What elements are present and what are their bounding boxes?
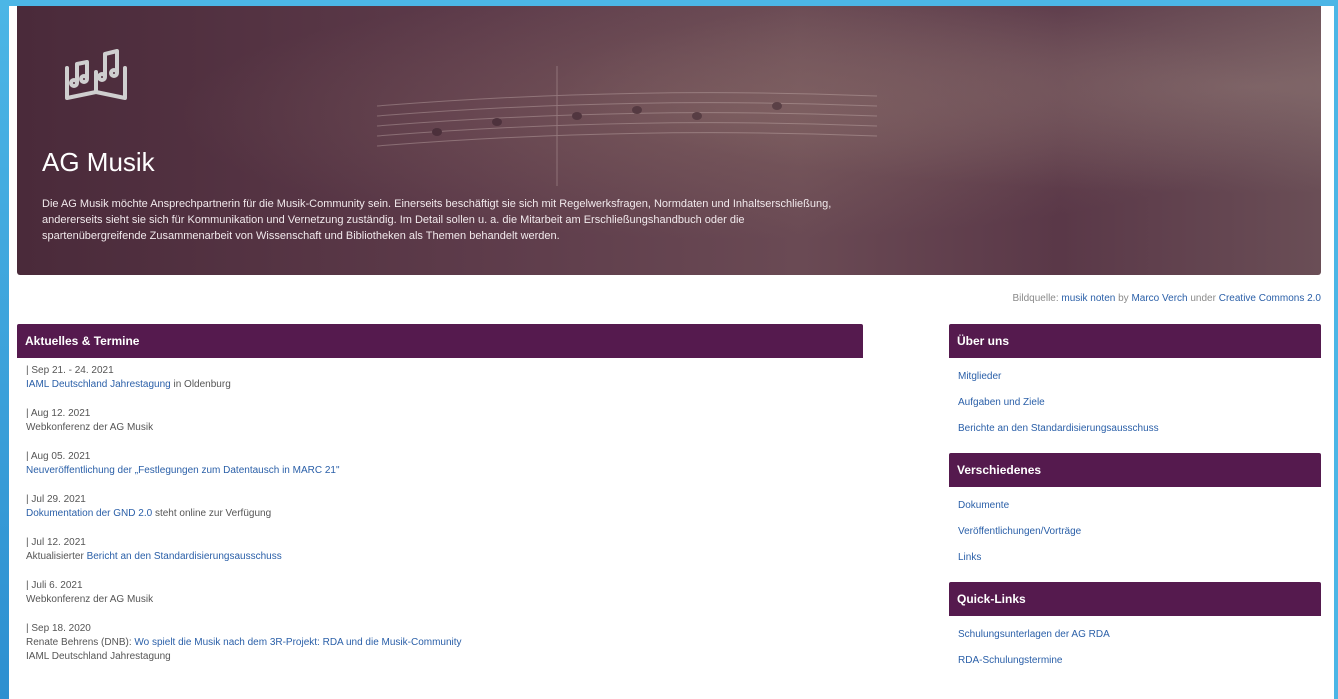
news-item: | Juli 6. 2021 Webkonferenz der AG Musik [26,579,863,622]
news-date: | Sep 21. - 24. 2021 [26,365,114,376]
credit-author-link[interactable]: Marco Verch [1131,293,1187,304]
news-text: Dokumentation der GND 2.0 steht online z… [26,507,863,521]
news-date: | Juli 6. 2021 [26,580,83,591]
credit-license-link[interactable]: Creative Commons 2.0 [1219,293,1321,304]
credit-work-link[interactable]: musik noten [1061,293,1115,304]
link-links[interactable]: Links [958,545,1321,571]
misc-panel-title: Verschiedenes [949,453,1321,487]
quick-links-panel: Quick-Links Schulungsunterlagen der AG R… [949,582,1321,674]
quick-links: Schulungsunterlagen der AG RDA RDA-Schul… [949,616,1321,674]
news-text: IAML Deutschland Jahrestagung in Oldenbu… [26,378,863,392]
image-credit: Bildquelle: musik noten by Marco Verch u… [1012,293,1321,304]
credit-under: under [1187,293,1219,304]
news-item: | Sep 18. 2020 Renate Behrens (DNB): Wo s… [26,622,863,665]
news-panel: Aktuelles & Termine | Sep 21. - 24. 2021… [17,324,863,665]
link-berichte[interactable]: Berichte an den Standardisierungsausschu… [958,416,1321,442]
news-text-pre: Renate Behrens (DNB): [26,637,135,648]
music-book-icon [65,49,127,100]
about-panel: Über uns Mitglieder Aufgaben und Ziele B… [949,324,1321,442]
news-date: | Jul 29. 2021 [26,494,86,505]
news-text: Aktualisierter Bericht an den Standardis… [26,550,863,564]
news-item: | Aug 12. 2021 Webkonferenz der AG Musik [26,407,863,450]
news-panel-title: Aktuelles & Termine [17,324,863,358]
about-links: Mitglieder Aufgaben und Ziele Berichte a… [949,358,1321,442]
news-date: | Sep 18. 2020 [26,623,91,634]
link-aufgaben-und-ziele[interactable]: Aufgaben und Ziele [958,390,1321,416]
link-rda-schulungstermine[interactable]: RDA-Schulungstermine [958,648,1321,674]
news-date: | Aug 05. 2021 [26,451,91,462]
news-text-post: steht online zur Verfügung [152,508,272,519]
news-item: | Jul 29. 2021 Dokumentation der GND 2.0 … [26,493,863,536]
window-frame-right [1334,0,1338,699]
news-link[interactable]: Neuveröffentlichung der „Festlegungen zu… [26,465,340,476]
credit-by: by [1115,293,1132,304]
news-date: | Jul 12. 2021 [26,537,86,548]
news-text: Neuveröffentlichung der „Festlegungen zu… [26,464,863,478]
credit-prefix: Bildquelle: [1012,293,1062,304]
news-item: | Aug 05. 2021 Neuveröffentlichung der „F… [26,450,863,493]
news-text-pre: Webkonferenz der AG Musik [26,594,154,605]
misc-panel: Verschiedenes Dokumente Veröffentlichung… [949,453,1321,571]
news-date: | Aug 12. 2021 [26,408,91,419]
link-mitglieder[interactable]: Mitglieder [958,364,1321,390]
about-panel-title: Über uns [949,324,1321,358]
sheet-music-background [377,66,877,186]
news-text: Renate Behrens (DNB): Wo spielt die Musi… [26,636,863,650]
news-link[interactable]: Dokumentation der GND 2.0 [26,508,152,519]
news-link[interactable]: IAML Deutschland Jahrestagung [26,379,171,390]
misc-links: Dokumente Veröffentlichungen/Vorträge Li… [949,487,1321,571]
link-veroeffentlichungen[interactable]: Veröffentlichungen/Vorträge [958,519,1321,545]
news-link[interactable]: Wo spielt die Musik nach dem 3R-Projekt:… [134,637,461,648]
news-text-pre: Webkonferenz der AG Musik [26,422,154,433]
news-text-post: in Oldenburg [170,379,231,390]
link-schulungsunterlagen[interactable]: Schulungsunterlagen der AG RDA [958,622,1321,648]
link-dokumente[interactable]: Dokumente [958,493,1321,519]
news-text: Webkonferenz der AG Musik [26,593,863,607]
page-title: AG Musik [42,147,155,177]
news-text: Webkonferenz der AG Musik [26,421,863,435]
news-text-pre: Aktualisierter [26,551,87,562]
news-item: | Sep 21. - 24. 2021 IAML Deutschland Jah… [26,364,863,407]
news-link[interactable]: Bericht an den Standardisierungsausschus… [87,551,282,562]
news-list: | Sep 21. - 24. 2021 IAML Deutschland Jah… [17,358,863,665]
intro-text: Die AG Musik möchte Ansprechpartnerin fü… [42,198,832,242]
news-item: | Jul 12. 2021 Aktualisierter Bericht an … [26,536,863,579]
window-frame-left [0,0,9,699]
news-extra: IAML Deutschland Jahrestagung [26,651,171,662]
quick-links-panel-title: Quick-Links [949,582,1321,616]
hero-banner: AG Musik Die AG Musik möchte Ansprechpar… [17,6,1321,275]
